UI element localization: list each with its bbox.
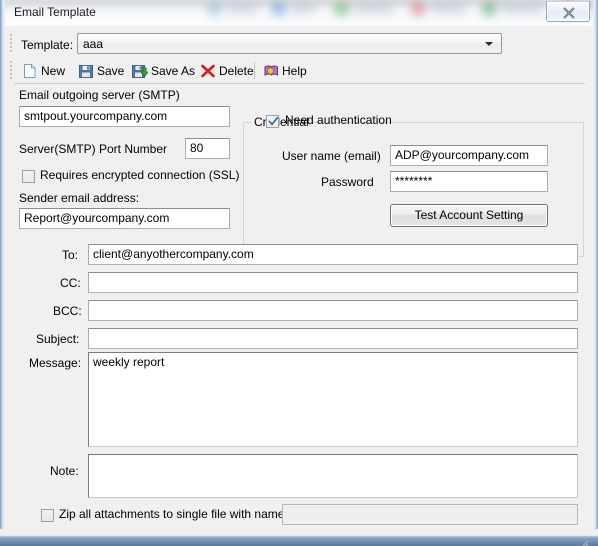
new-document-icon [22, 63, 38, 79]
new-button-label: New [41, 64, 66, 78]
template-combobox[interactable]: aaa [77, 33, 502, 54]
email-template-window: Email Template Template: aaa New Save Sa… [0, 0, 598, 546]
toolbar-separator [254, 62, 255, 79]
client-area: Template: aaa New Save Save As Delete He… [5, 26, 593, 546]
window-frame-right [593, 0, 598, 546]
window-title: Email Template [14, 5, 96, 19]
resize-grip-icon[interactable] [577, 539, 589, 546]
username-label: User name (email) [282, 149, 381, 163]
window-title-bar: Email Template [0, 0, 598, 26]
sender-email-input[interactable]: Report@yourcompany.com [19, 208, 230, 229]
save-button-label: Save [97, 64, 125, 78]
subject-input[interactable] [88, 328, 578, 349]
toolbar-divider [14, 83, 585, 84]
zip-attachments-label[interactable]: Zip all attachments to single file with … [59, 507, 288, 521]
need-authentication-label[interactable]: Need authentication [285, 113, 392, 127]
smtp-server-label: Email outgoing server (SMTP) [19, 88, 180, 102]
zip-attachments-checkbox[interactable] [41, 509, 54, 522]
sender-email-label: Sender email address: [19, 191, 140, 205]
need-authentication-checkbox[interactable] [266, 115, 279, 128]
to-label: To: [62, 248, 79, 262]
floppy-disk-arrow-icon [132, 63, 149, 79]
help-button-label: Help [282, 64, 307, 78]
close-button[interactable] [546, 1, 590, 22]
test-account-setting-button[interactable]: Test Account Setting [390, 204, 548, 227]
new-button[interactable]: New [22, 60, 65, 82]
red-x-icon [200, 63, 216, 79]
help-button[interactable]: Help [263, 60, 307, 82]
close-x-icon [563, 7, 575, 19]
template-combobox-value: aaa [83, 37, 104, 51]
message-textarea[interactable]: weekly report [88, 352, 578, 447]
floppy-disk-icon [78, 63, 94, 79]
subject-label: Subject: [36, 332, 80, 346]
note-textarea[interactable] [88, 454, 578, 498]
checkmark-icon [268, 116, 279, 126]
password-input[interactable]: ******** [390, 171, 548, 192]
ssl-checkbox[interactable] [22, 170, 35, 183]
smtp-port-label: Server(SMTP) Port Number [19, 142, 168, 156]
cc-label: CC: [60, 276, 81, 290]
username-input[interactable]: ADP@yourcompany.com [390, 145, 548, 166]
to-input[interactable]: client@anyothercompany.com [88, 244, 578, 265]
save-as-button[interactable]: Save As [132, 60, 195, 82]
bcc-input[interactable] [88, 300, 578, 321]
template-row-grip[interactable] [10, 34, 13, 53]
toolbar-grip[interactable] [10, 61, 13, 80]
save-as-button-label: Save As [151, 64, 196, 78]
bcc-label: BCC: [53, 304, 82, 318]
smtp-server-input[interactable]: smtpout.yourcompany.com [19, 106, 230, 127]
cc-input[interactable] [88, 272, 578, 293]
delete-button[interactable]: Delete [200, 60, 254, 82]
zip-filename-input[interactable] [282, 504, 578, 525]
password-label: Password [321, 175, 374, 189]
toolbar: New Save Save As Delete Help [14, 59, 584, 83]
message-label: Message: [29, 356, 82, 370]
ssl-checkbox-label[interactable]: Requires encrypted connection (SSL) [40, 168, 239, 182]
smtp-port-input[interactable]: 80 [185, 138, 230, 159]
help-book-icon [263, 63, 279, 79]
save-button[interactable]: Save [78, 60, 124, 82]
chevron-down-icon [485, 42, 493, 46]
template-label: Template: [21, 38, 74, 52]
delete-button-label: Delete [219, 64, 254, 78]
note-label: Note: [50, 464, 79, 478]
